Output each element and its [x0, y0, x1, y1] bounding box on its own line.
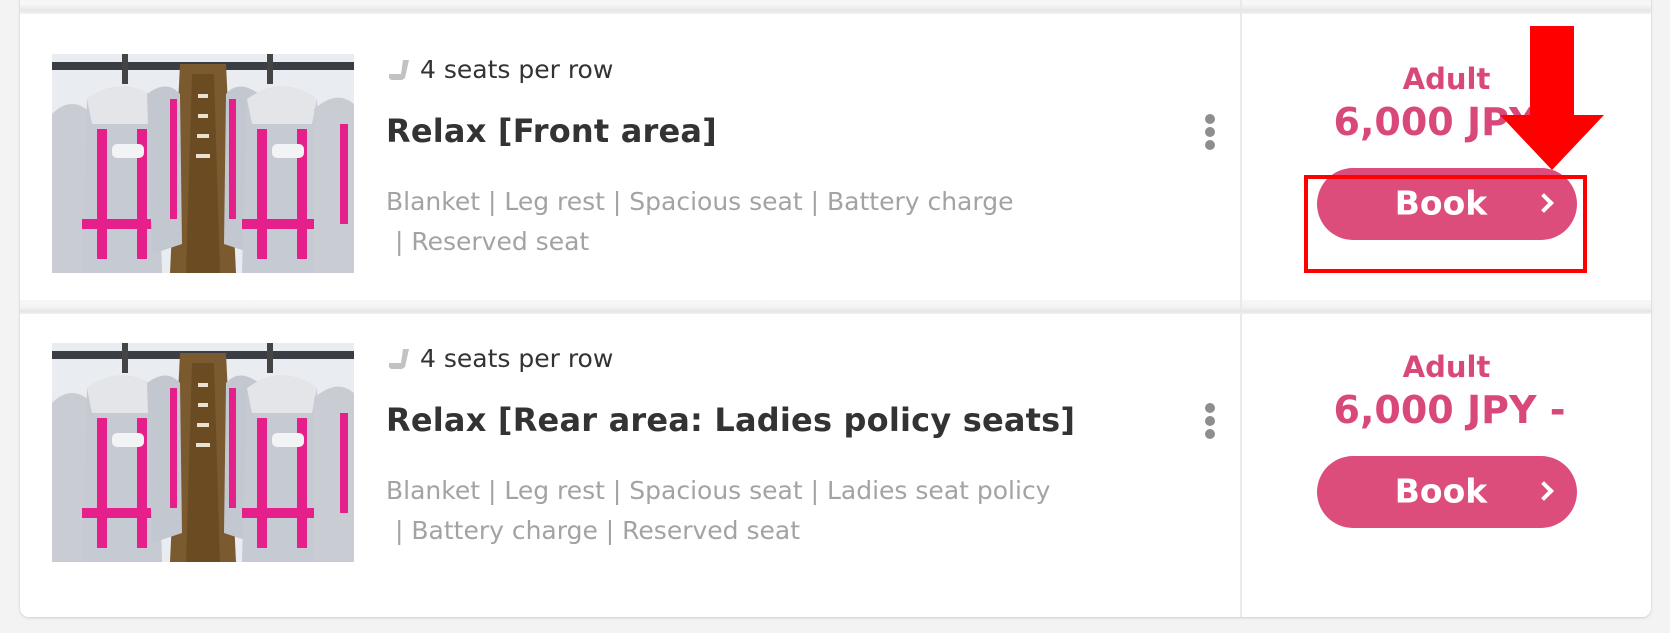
kebab-dot — [1205, 114, 1215, 124]
bus-interior-photo — [52, 54, 354, 273]
price-value: 6,000 JPY - — [1333, 100, 1566, 144]
kebab-dot — [1205, 127, 1215, 137]
seat-icon — [388, 56, 410, 82]
seat-plan-list: 4 seats per row Relax [Front area] Blank… — [20, 0, 1651, 617]
seat-photo-image — [52, 343, 354, 562]
kebab-dot — [1205, 429, 1215, 439]
price-value: 6,000 JPY - — [1333, 388, 1566, 432]
plan-row: 4 seats per row Relax [Front area] Blank… — [20, 14, 1651, 300]
price-column: Adult 6,000 JPY - Book — [1242, 14, 1651, 300]
plan-row: 4 seats per row Relax [Rear area: Ladies… — [20, 314, 1651, 617]
seat-configuration: 4 seats per row — [388, 341, 613, 375]
kebab-dot — [1205, 416, 1215, 426]
seat-configuration: 4 seats per row — [388, 52, 613, 86]
seats-per-row-text: 4 seats per row — [420, 343, 614, 373]
features-line: | Battery charge | Reserved seat — [395, 516, 800, 545]
book-button[interactable]: Book — [1317, 168, 1577, 240]
kebab-dot — [1205, 403, 1215, 413]
plan-title: Relax [Rear area: Ladies policy seats] — [386, 401, 1076, 439]
price-label: Adult — [1402, 62, 1491, 96]
features-line: Blanket | Leg rest | Spacious seat | Bat… — [386, 187, 1014, 216]
price-column: Adult 6,000 JPY - Book — [1242, 314, 1651, 617]
seats-per-row-text: 4 seats per row — [420, 54, 614, 84]
plan-features: Blanket | Leg rest | Spacious seat | Bat… — [386, 182, 1106, 262]
bus-interior-photo — [52, 343, 354, 562]
kebab-menu-icon[interactable] — [1200, 403, 1220, 439]
book-button[interactable]: Book — [1317, 456, 1577, 528]
seat-photo-image — [52, 54, 354, 273]
price-label: Adult — [1402, 350, 1491, 384]
row-separator — [20, 0, 1651, 14]
plan-title: Relax [Front area] — [386, 112, 718, 150]
plan-features: Blanket | Leg rest | Spacious seat | Lad… — [386, 471, 1106, 551]
features-line: | Reserved seat — [395, 227, 590, 256]
kebab-menu-icon[interactable] — [1200, 114, 1220, 150]
column-divider — [1240, 0, 1242, 617]
row-separator — [20, 300, 1651, 314]
kebab-dot — [1205, 140, 1215, 150]
seat-icon — [388, 345, 410, 371]
features-line: Blanket | Leg rest | Spacious seat | Lad… — [386, 476, 1051, 505]
